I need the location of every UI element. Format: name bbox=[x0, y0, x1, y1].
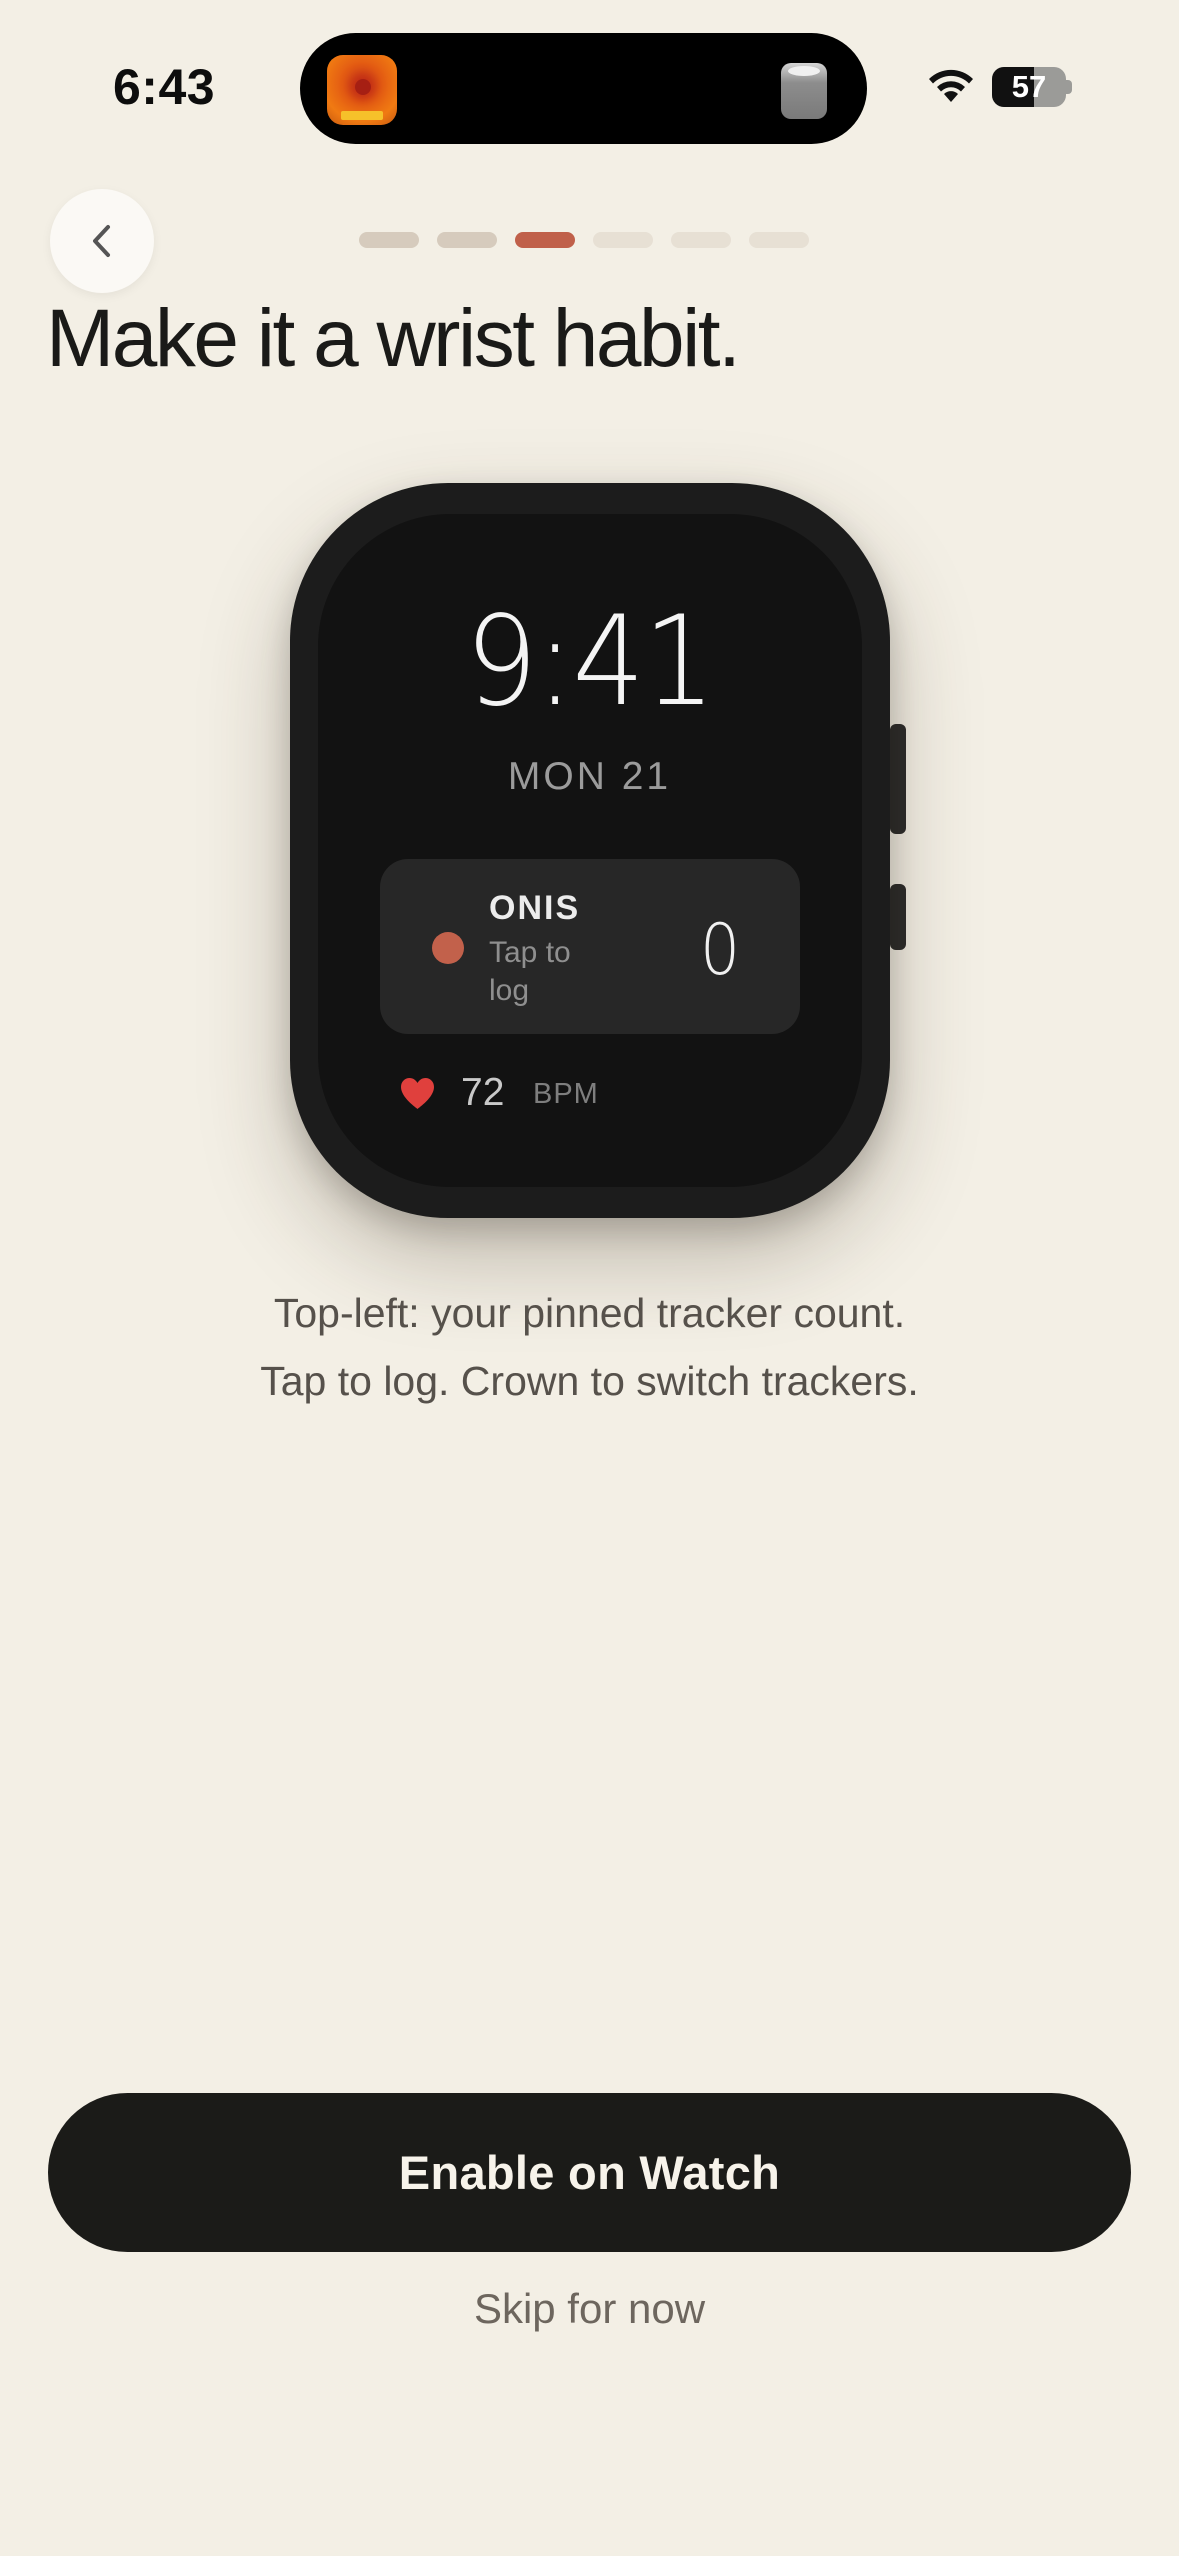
page-title: Make it a wrist habit. bbox=[46, 293, 741, 384]
back-button[interactable] bbox=[50, 189, 154, 293]
skip-for-now-link[interactable]: Skip for now bbox=[0, 2285, 1179, 2333]
heart-icon bbox=[401, 1078, 434, 1109]
watch-date: MON 21 bbox=[507, 755, 672, 798]
tracker-complication: ONIS Tap to log 0 bbox=[380, 859, 800, 1034]
progress-segment-2 bbox=[437, 232, 497, 248]
progress-segment-6 bbox=[749, 232, 809, 248]
progress-segment-3 bbox=[515, 232, 575, 248]
chevron-left-icon bbox=[93, 225, 110, 257]
progress-segment-1 bbox=[359, 232, 419, 248]
heart-rate-value: 72 bbox=[461, 1071, 505, 1114]
tracker-count: 0 bbox=[699, 909, 741, 991]
enable-on-watch-button[interactable]: Enable on Watch bbox=[48, 2093, 1131, 2252]
tracker-color-dot bbox=[432, 932, 464, 964]
progress-segment-5 bbox=[671, 232, 731, 248]
battery-indicator: 57 bbox=[992, 67, 1066, 107]
heart-rate-unit: BPM bbox=[533, 1078, 599, 1110]
tracker-hint: Tap to log bbox=[489, 936, 571, 1007]
dynamic-island[interactable] bbox=[300, 33, 867, 144]
live-activity-app-icon bbox=[327, 55, 397, 125]
battery-percent: 57 bbox=[1011, 69, 1047, 104]
status-bar-time: 6:43 bbox=[113, 59, 216, 115]
progress-segment-4 bbox=[593, 232, 653, 248]
caption-line-2: Tap to log. Crown to switch trackers. bbox=[260, 1358, 919, 1404]
watch-time: 9:41 bbox=[465, 590, 716, 734]
caption-line-1: Top-left: your pinned tracker count. bbox=[273, 1290, 906, 1336]
battery-cap bbox=[1066, 80, 1072, 94]
live-activity-indicator-icon bbox=[781, 63, 827, 119]
watch-side-button bbox=[890, 884, 906, 950]
tracker-name: ONIS bbox=[489, 889, 581, 927]
onboarding-progress bbox=[359, 232, 809, 248]
wifi-icon bbox=[929, 69, 973, 102]
